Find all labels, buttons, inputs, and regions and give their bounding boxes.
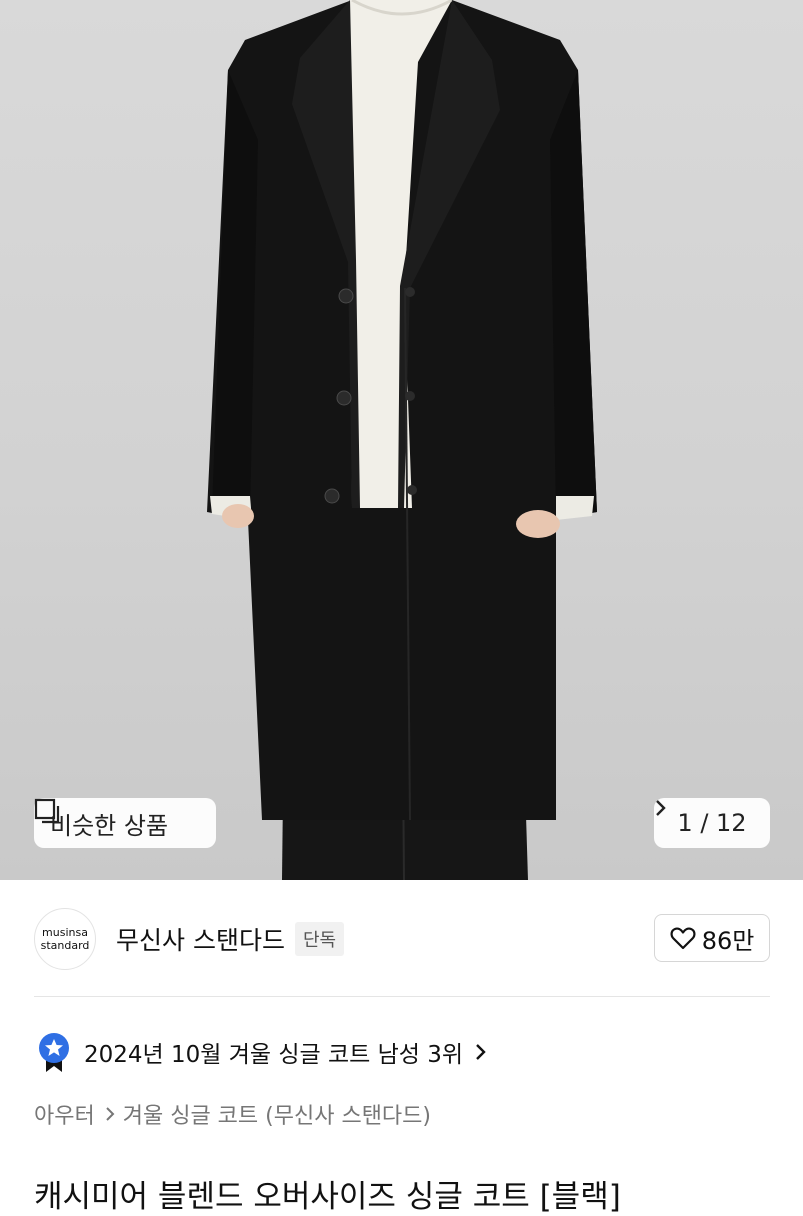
brand-logo-line2: standard	[40, 939, 90, 952]
chevron-right-icon	[106, 1107, 115, 1121]
chevron-right-icon	[476, 1044, 486, 1060]
brand-logo-line1: musinsa	[42, 926, 88, 939]
brand-row: musinsa standard 무신사 스탠다드 단독 86만	[34, 906, 770, 972]
ranking-text: 2024년 10월 겨울 싱글 코트 남성 3위	[84, 1042, 464, 1068]
similar-items-icon	[34, 798, 60, 824]
brand-name[interactable]: 무신사 스탠다드	[116, 921, 285, 957]
similar-products-label: 비슷한 상품	[50, 811, 169, 840]
image-counter-label: 1 / 12	[677, 809, 747, 837]
exclusive-badge: 단독	[294, 922, 345, 956]
ranking-link[interactable]: 2024년 10월 겨울 싱글 코트 남성 3위	[36, 1032, 487, 1072]
breadcrumb-subcategory[interactable]: 겨울 싱글 코트 (무신사 스탠다드)	[123, 1098, 431, 1130]
breadcrumb: 아우터 겨울 싱글 코트 (무신사 스탠다드)	[34, 1098, 431, 1130]
chevron-right-icon	[656, 800, 666, 816]
product-title: 캐시미어 블렌드 오버사이즈 싱글 코트 [블랙]	[34, 1178, 621, 1215]
breadcrumb-category[interactable]: 아우터	[34, 1098, 95, 1130]
similar-products-button[interactable]: 비슷한 상품	[34, 798, 216, 848]
product-photo	[207, 0, 597, 880]
image-counter[interactable]: 1 / 12	[654, 798, 770, 848]
like-button[interactable]: 86만	[654, 914, 770, 962]
heart-icon	[670, 927, 696, 950]
like-count: 86만	[701, 926, 755, 955]
brand-logo[interactable]: musinsa standard	[34, 908, 96, 970]
divider	[34, 996, 770, 997]
ranking-medal-icon	[39, 1033, 69, 1072]
product-image-gallery[interactable]: 비슷한 상품 1 / 12	[0, 0, 803, 880]
